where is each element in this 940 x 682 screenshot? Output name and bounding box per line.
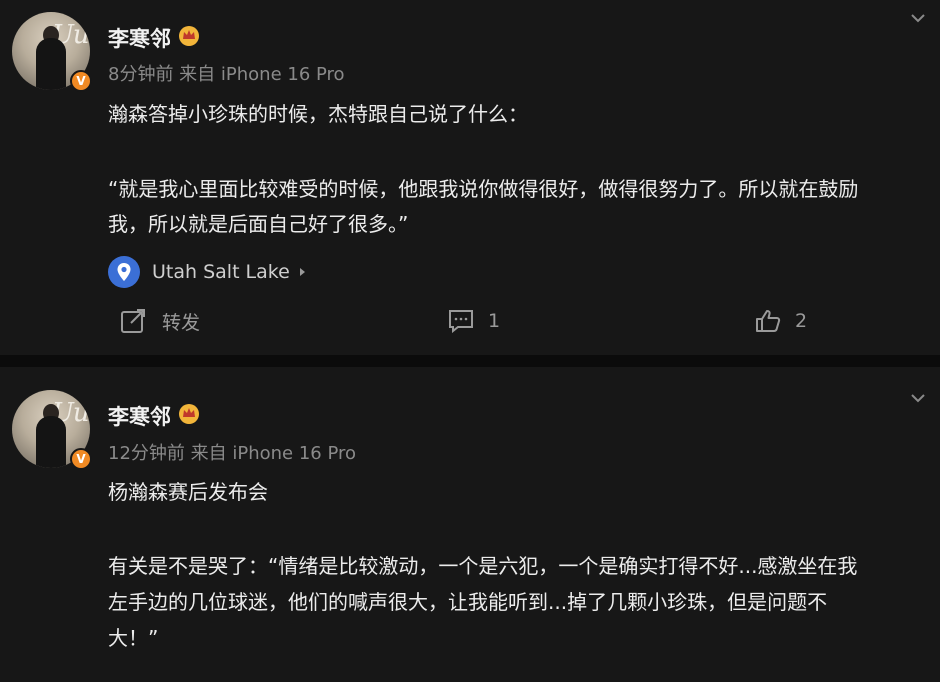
verified-badge: V bbox=[70, 448, 92, 470]
chevron-down-icon[interactable] bbox=[908, 388, 928, 408]
location-label: Utah Salt Lake bbox=[152, 261, 290, 283]
thumbs-up-icon bbox=[756, 310, 781, 332]
post-text: 我，所以就是后面自己好了很多。” bbox=[108, 212, 409, 236]
comment-button[interactable]: 1 bbox=[448, 306, 500, 336]
repost-icon bbox=[121, 309, 145, 333]
repost-button[interactable]: 转发 bbox=[120, 306, 200, 336]
location-pin-icon bbox=[108, 256, 140, 288]
comment-count: 1 bbox=[488, 310, 501, 332]
chevron-right-icon bbox=[299, 268, 305, 276]
post-meta: 12分钟前 来自 iPhone 16 Pro bbox=[108, 443, 357, 464]
location-tag[interactable]: Utah Salt Lake bbox=[108, 256, 305, 288]
like-count: 2 bbox=[795, 310, 808, 332]
post-card: Uu V 李寒邻 12分钟前 来自 iPhone 16 Pro 杨瀚森赛后发布会… bbox=[0, 367, 940, 682]
chevron-down-icon[interactable] bbox=[908, 8, 928, 28]
avatar-figure bbox=[36, 416, 66, 468]
post-text: 大！” bbox=[108, 626, 159, 650]
divider bbox=[0, 355, 940, 367]
post-card: Uu V 李寒邻 8分钟前 来自 iPhone 16 Pro 瀚森答掉小珍珠的时… bbox=[0, 0, 940, 355]
post-text: “就是我心里面比较难受的时候，他跟我说你做得很好，做得很努力了。所以就在鼓励 bbox=[108, 177, 859, 201]
verified-badge: V bbox=[70, 70, 92, 92]
post-meta: 8分钟前 来自 iPhone 16 Pro bbox=[108, 64, 345, 85]
post-text: 有关是不是哭了：“情绪是比较激动，一个是六犯，一个是确实打得不好...感激坐在我 bbox=[108, 554, 858, 578]
post-text: 左手边的几位球迷，他们的喊声很大，让我能听到...掉了几颗小珍珠，但是问题不 bbox=[108, 590, 828, 614]
post-text: 杨瀚森赛后发布会 bbox=[108, 480, 268, 504]
weibo-feed: Uu V 李寒邻 8分钟前 来自 iPhone 16 Pro 瀚森答掉小珍珠的时… bbox=[0, 0, 940, 682]
crown-icon bbox=[179, 26, 199, 46]
username[interactable]: 李寒邻 bbox=[108, 401, 171, 431]
comment-icon bbox=[449, 310, 473, 333]
repost-label: 转发 bbox=[162, 311, 201, 334]
like-button[interactable]: 2 bbox=[755, 306, 807, 336]
post-text: 瀚森答掉小珍珠的时候，杰特跟自己说了什么： bbox=[108, 102, 528, 126]
avatar-figure bbox=[36, 38, 66, 90]
crown-icon bbox=[179, 404, 199, 424]
username[interactable]: 李寒邻 bbox=[108, 23, 171, 53]
